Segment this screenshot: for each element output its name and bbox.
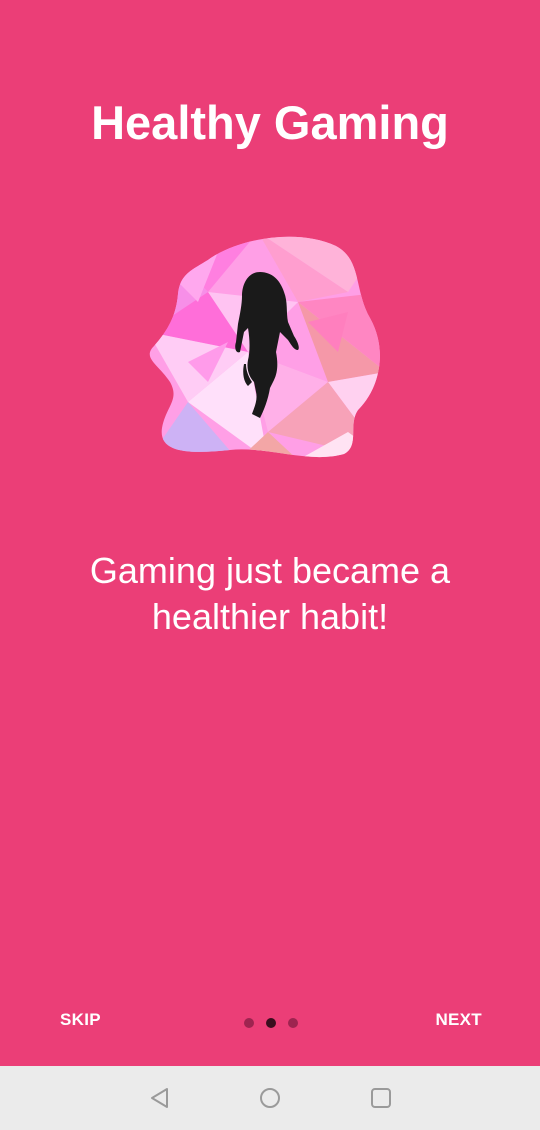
page-dot-1[interactable] bbox=[244, 1018, 254, 1028]
recents-square-icon[interactable] bbox=[369, 1086, 393, 1110]
skip-button[interactable]: SKIP bbox=[60, 1010, 101, 1030]
screen: Healthy Gaming Gaming just became a heal… bbox=[0, 0, 540, 1130]
subtitle-line-1: Gaming just became a bbox=[89, 550, 451, 591]
girl-running-illustration-icon bbox=[149, 236, 380, 458]
page-title: Healthy Gaming bbox=[91, 96, 449, 149]
page-subtitle: Gaming just became a healthier habit! bbox=[40, 548, 500, 640]
onboarding-footer: SKIP NEXT bbox=[0, 996, 540, 1050]
page-indicator bbox=[244, 1018, 298, 1028]
home-circle-icon[interactable] bbox=[258, 1086, 282, 1110]
system-navigation-bar bbox=[0, 1066, 540, 1130]
page-dot-2-active[interactable] bbox=[266, 1018, 276, 1028]
next-button[interactable]: NEXT bbox=[435, 1010, 482, 1030]
subtitle-line-2: healthier habit! bbox=[151, 596, 389, 637]
onboarding-page: Healthy Gaming Gaming just became a heal… bbox=[0, 0, 540, 1066]
back-triangle-icon[interactable] bbox=[148, 1086, 172, 1110]
page-dot-3[interactable] bbox=[288, 1018, 298, 1028]
